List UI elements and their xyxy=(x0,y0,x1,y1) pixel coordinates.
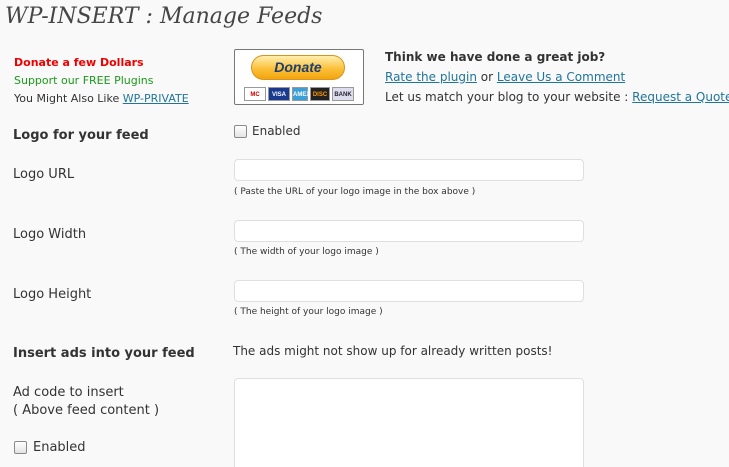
promo-title: Think we have done a great job? xyxy=(385,50,606,64)
page-title: WP-INSERT : Manage Feeds xyxy=(5,4,323,29)
logo-url-hint: ( Paste the URL of your logo image in th… xyxy=(234,187,476,197)
logo-height-hint: ( The height of your logo image ) xyxy=(234,307,383,317)
promo-match-line: Let us match your blog to your website :… xyxy=(385,90,729,104)
logo-section-label: Logo for your feed xyxy=(13,128,149,143)
request-quote-link[interactable]: Request a Quote xyxy=(632,90,729,104)
payment-cards: MC VISA AMEX DISC BANK xyxy=(244,87,354,101)
wp-private-link[interactable]: WP-PRIVATE xyxy=(123,92,189,105)
also-like-text: You Might Also Like WP-PRIVATE xyxy=(14,92,189,105)
match-text: Let us match your blog to your website : xyxy=(385,90,629,104)
ads-note: The ads might not show up for already wr… xyxy=(233,344,553,358)
logo-width-label: Logo Width xyxy=(13,227,87,242)
logo-enabled-label: Enabled xyxy=(252,124,301,138)
also-like-prefix: You Might Also Like xyxy=(14,92,120,105)
bank-icon: BANK xyxy=(332,87,354,101)
logo-width-hint: ( The width of your logo image ) xyxy=(234,247,379,257)
logo-height-label: Logo Height xyxy=(13,287,92,302)
ad-code-label: Ad code to insert xyxy=(13,385,124,400)
logo-url-input[interactable] xyxy=(234,159,584,181)
donate-text: Donate a few Dollars xyxy=(14,56,144,69)
or-text: or xyxy=(480,70,494,84)
donate-button[interactable]: Donate xyxy=(251,55,345,80)
leave-comment-link[interactable]: Leave Us a Comment xyxy=(497,70,625,84)
amex-icon: AMEX xyxy=(292,87,310,101)
ad-enabled-label: Enabled xyxy=(33,440,86,455)
discover-icon: DISC xyxy=(310,87,330,101)
ad-code-sublabel: ( Above feed content ) xyxy=(13,403,160,418)
logo-url-label: Logo URL xyxy=(13,167,75,182)
logo-enabled-checkbox[interactable] xyxy=(234,125,247,138)
logo-height-input[interactable] xyxy=(234,280,584,302)
visa-icon: VISA xyxy=(268,87,290,101)
promo-rate-line: Rate the plugin or Leave Us a Comment xyxy=(385,70,625,84)
ad-code-textarea[interactable] xyxy=(234,378,584,467)
support-text: Support our FREE Plugins xyxy=(14,74,154,87)
logo-width-input[interactable] xyxy=(234,220,584,242)
ad-enabled-checkbox[interactable] xyxy=(14,441,27,454)
paypal-donate-box[interactable]: Donate MC VISA AMEX DISC BANK xyxy=(234,49,364,105)
rate-plugin-link[interactable]: Rate the plugin xyxy=(385,70,477,84)
mastercard-icon: MC xyxy=(244,87,266,101)
ads-section-label: Insert ads into your feed xyxy=(13,346,195,361)
